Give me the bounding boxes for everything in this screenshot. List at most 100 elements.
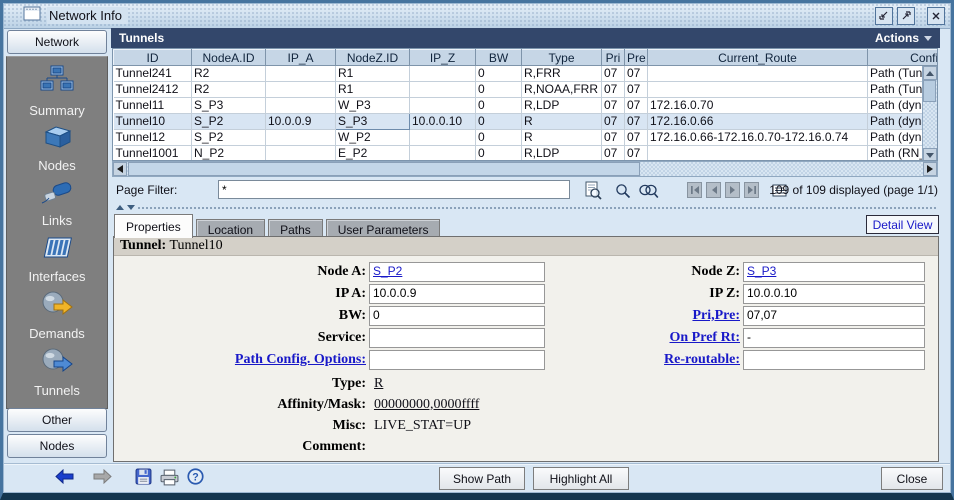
field-value[interactable]: S_P2	[373, 264, 402, 278]
detail-view-button[interactable]: Detail View	[866, 215, 939, 234]
cell-route[interactable]	[648, 146, 868, 162]
cell-pre[interactable]: 07	[625, 130, 648, 146]
cell-ipZ[interactable]	[410, 82, 476, 98]
column-header[interactable]: ID	[114, 50, 192, 66]
cell-type[interactable]: R,FRR	[522, 66, 602, 82]
first-page-icon[interactable]	[687, 182, 702, 198]
print-icon[interactable]	[160, 469, 179, 491]
other-button[interactable]: Other	[7, 408, 107, 432]
table-row[interactable]: Tunnel12S_P2W_P20R0707172.16.0.66-172.16…	[114, 130, 939, 146]
cell-nodeZ[interactable]: R1	[336, 66, 410, 82]
cell-nodeZ[interactable]: S_P3	[336, 114, 410, 130]
cell-nodeA[interactable]: R2	[192, 82, 266, 98]
scroll-right-icon[interactable]	[923, 162, 937, 176]
scroll-up-icon[interactable]	[923, 66, 937, 80]
cell-ipZ[interactable]	[410, 98, 476, 114]
close-icon[interactable]	[927, 7, 945, 25]
cell-id[interactable]: Tunnel10	[114, 114, 192, 130]
zoom-icon[interactable]	[615, 183, 631, 204]
cell-bw[interactable]: 0	[476, 130, 522, 146]
cell-pri[interactable]: 07	[602, 98, 625, 114]
cell-pre[interactable]: 07	[625, 114, 648, 130]
column-header[interactable]: NodeA.ID	[192, 50, 266, 66]
column-header[interactable]: Config	[868, 50, 939, 66]
minimize-icon[interactable]	[875, 7, 893, 25]
maximize-icon[interactable]	[897, 7, 915, 25]
field-input[interactable]: S_P3	[743, 262, 925, 282]
close-button[interactable]: Close	[881, 467, 943, 490]
cell-ipA[interactable]	[266, 130, 336, 146]
cell-pri[interactable]: 07	[602, 114, 625, 130]
cell-pri[interactable]: 07	[602, 130, 625, 146]
cell-nodeA[interactable]: N_P2	[192, 146, 266, 162]
cell-nodeA[interactable]: S_P2	[192, 114, 266, 130]
cell-pre[interactable]: 07	[625, 82, 648, 98]
field-input[interactable]	[369, 328, 545, 348]
cell-pre[interactable]: 07	[625, 66, 648, 82]
field-label[interactable]: On Pref Rt:	[534, 330, 743, 346]
field-value[interactable]: R	[374, 376, 383, 392]
field-label[interactable]: Pri,Pre:	[534, 308, 743, 324]
cell-ipA[interactable]: 10.0.0.9	[266, 114, 336, 130]
table-row[interactable]: Tunnel10S_P210.0.0.9S_P310.0.0.100R07071…	[114, 114, 939, 130]
highlight-all-button[interactable]: Highlight All	[533, 467, 629, 490]
sidebar-item-links[interactable]: Links	[40, 179, 74, 228]
column-header[interactable]: Pre	[625, 50, 648, 66]
column-header[interactable]: BW	[476, 50, 522, 66]
cell-nodeZ[interactable]: E_P2	[336, 146, 410, 162]
table-row[interactable]: Tunnel241R2R10R,FRR0707Path (Tunne	[114, 66, 939, 82]
cell-ipA[interactable]	[266, 82, 336, 98]
forward-icon[interactable]	[93, 469, 112, 489]
column-header[interactable]: Pri	[602, 50, 625, 66]
cell-bw[interactable]: 0	[476, 98, 522, 114]
cell-ipA[interactable]	[266, 98, 336, 114]
cell-nodeA[interactable]: S_P2	[192, 130, 266, 146]
cell-id[interactable]: Tunnel11	[114, 98, 192, 114]
horizontal-scroll-thumb[interactable]	[128, 162, 640, 176]
cell-route[interactable]	[648, 82, 868, 98]
cell-id[interactable]: Tunnel12	[114, 130, 192, 146]
field-input[interactable]: -	[743, 328, 925, 348]
field-input[interactable]	[743, 350, 925, 370]
cell-route[interactable]: 172.16.0.66-172.16.0.70-172.16.0.74	[648, 130, 868, 146]
cell-ipZ[interactable]	[410, 66, 476, 82]
page-filter-input[interactable]	[218, 180, 570, 199]
table-row[interactable]: Tunnel1001N_P2E_P20R,LDP0707Path (RN_P	[114, 146, 939, 162]
field-label[interactable]: Re-routable:	[534, 352, 743, 368]
sidebar-item-interfaces[interactable]: Interfaces	[28, 235, 85, 284]
table-row[interactable]: Tunnel11S_P3W_P30R,LDP0707172.16.0.70Pat…	[114, 98, 939, 114]
nodes-button[interactable]: Nodes	[7, 434, 107, 458]
cell-bw[interactable]: 0	[476, 146, 522, 162]
cell-route[interactable]: 172.16.0.66	[648, 114, 868, 130]
actions-menu-button[interactable]: Actions	[875, 31, 932, 45]
cell-pri[interactable]: 07	[602, 146, 625, 162]
vertical-scroll-thumb[interactable]	[923, 80, 936, 102]
cell-type[interactable]: R	[522, 114, 602, 130]
cell-pre[interactable]: 07	[625, 146, 648, 162]
report-preview-icon[interactable]	[584, 181, 602, 205]
field-value[interactable]: S_P3	[747, 264, 776, 278]
vertical-scrollbar[interactable]	[922, 66, 937, 161]
save-icon[interactable]	[135, 468, 152, 490]
cell-bw[interactable]: 0	[476, 114, 522, 130]
next-page-icon[interactable]	[725, 182, 740, 198]
column-header[interactable]: Type	[522, 50, 602, 66]
cell-nodeA[interactable]: R2	[192, 66, 266, 82]
cell-bw[interactable]: 0	[476, 82, 522, 98]
column-header[interactable]: NodeZ.ID	[336, 50, 410, 66]
cell-route[interactable]: 172.16.0.70	[648, 98, 868, 114]
cell-type[interactable]: R	[522, 130, 602, 146]
split-divider[interactable]	[112, 203, 938, 213]
sidebar-item-demands[interactable]: Demands	[29, 290, 85, 341]
field-label[interactable]: Path Config. Options:	[116, 352, 369, 368]
sidebar-item-nodes[interactable]: Nodes	[38, 124, 76, 173]
collapse-down-icon[interactable]	[127, 205, 135, 210]
cell-nodeZ[interactable]: W_P2	[336, 130, 410, 146]
scroll-left-icon[interactable]	[113, 162, 127, 176]
field-value[interactable]: 00000000,0000ffff	[374, 397, 479, 413]
cell-ipZ[interactable]	[410, 146, 476, 162]
cell-ipA[interactable]	[266, 146, 336, 162]
cell-ipA[interactable]	[266, 66, 336, 82]
cell-pre[interactable]: 07	[625, 98, 648, 114]
cell-pri[interactable]: 07	[602, 82, 625, 98]
